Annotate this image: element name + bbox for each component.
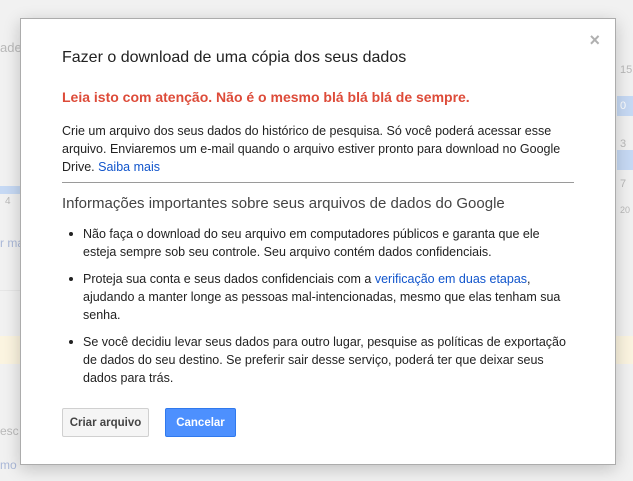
create-archive-button[interactable]: Criar arquivo bbox=[62, 408, 149, 437]
background-link: mo bbox=[0, 458, 17, 472]
background-text: esc bbox=[0, 424, 19, 438]
background-bar bbox=[617, 150, 633, 170]
background-text: ade bbox=[0, 40, 22, 55]
dialog-title: Fazer o download de uma cópia dos seus d… bbox=[62, 49, 407, 66]
bullet-icon bbox=[69, 340, 73, 344]
close-icon[interactable]: × bbox=[589, 31, 600, 49]
background-text: 15 bbox=[620, 64, 633, 76]
list-item: Não faça o download do seu arquivo em co… bbox=[62, 225, 574, 261]
warning-text: Leia isto com atenção. Não é o mesmo blá… bbox=[62, 89, 470, 105]
list-item: Proteja sua conta e seus dados confidenc… bbox=[62, 270, 574, 324]
info-list: Não faça o download do seu arquivo em co… bbox=[62, 225, 574, 396]
background-text: 3 bbox=[620, 138, 627, 150]
list-item-text: Se você decidiu levar seus dados para ou… bbox=[83, 335, 566, 385]
background-text: 7 bbox=[620, 178, 627, 190]
list-item: Se você decidiu levar seus dados para ou… bbox=[62, 333, 574, 387]
background-text: 4 bbox=[5, 196, 11, 207]
section-subtitle: Informações importantes sobre seus arqui… bbox=[62, 195, 505, 212]
divider bbox=[62, 182, 574, 183]
list-item-text: Proteja sua conta e seus dados confidenc… bbox=[83, 272, 372, 286]
learn-more-link[interactable]: Saiba mais bbox=[98, 160, 160, 174]
bullet-icon bbox=[69, 277, 73, 281]
background-bar bbox=[0, 186, 20, 194]
list-item-text: Não faça o download do seu arquivo em co… bbox=[83, 227, 540, 259]
cancel-button[interactable]: Cancelar bbox=[165, 408, 236, 437]
download-data-dialog: × Fazer o download de uma cópia dos seus… bbox=[20, 18, 616, 465]
intro-paragraph: Crie um arquivo dos seus dados do histór… bbox=[62, 122, 577, 176]
background-text: 0 bbox=[620, 100, 627, 112]
background-divider bbox=[0, 290, 20, 291]
background-text: 20 bbox=[620, 205, 631, 215]
bullet-icon bbox=[69, 232, 73, 236]
two-step-verification-link[interactable]: verificação em duas etapas bbox=[375, 272, 527, 286]
